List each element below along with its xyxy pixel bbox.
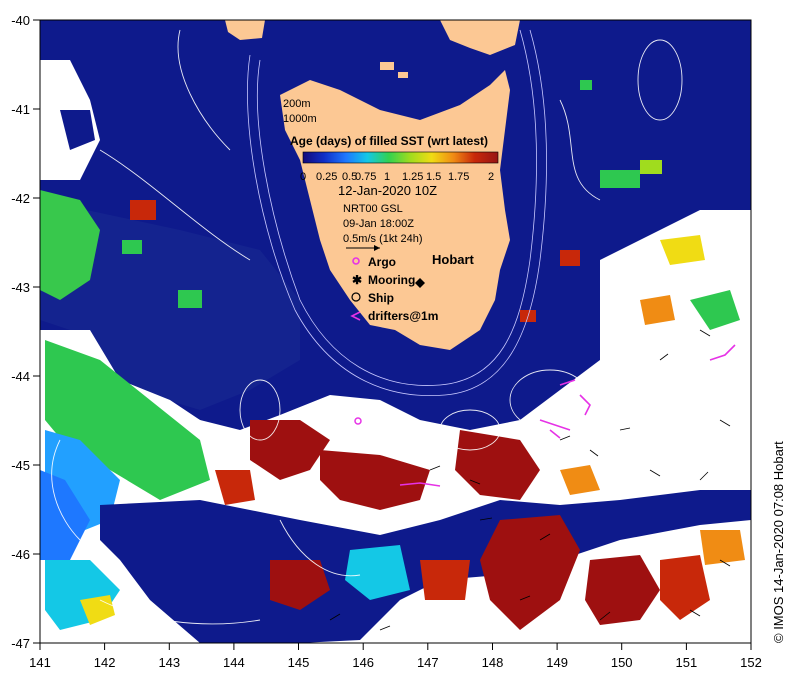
plot-area: Age (days) of filled SST (wrt latest) 0 … <box>40 20 751 643</box>
isobath-label-1000: 1000m <box>283 113 317 125</box>
currents-time-label: 09-Jan 18:00Z <box>343 218 414 230</box>
svg-text:152: 152 <box>740 655 762 670</box>
svg-text:0: 0 <box>300 171 306 183</box>
vector-scale-label: 0.5m/s (1kt 24h) <box>343 233 422 245</box>
isobath-label-200: 200m <box>283 98 311 110</box>
sst-age-map: Age (days) of filled SST (wrt latest) 0 … <box>11 13 786 670</box>
svg-text:-45: -45 <box>11 458 30 473</box>
svg-text:145: 145 <box>288 655 310 670</box>
svg-text:2: 2 <box>488 171 494 183</box>
svg-text:-43: -43 <box>11 280 30 295</box>
svg-text:149: 149 <box>546 655 568 670</box>
hobart-label: Hobart <box>432 252 475 267</box>
colorbar-gradient <box>302 151 499 164</box>
argo-legend-label: Argo <box>368 255 396 269</box>
svg-text:-46: -46 <box>11 547 30 562</box>
mooring-legend-label: Mooring <box>368 273 415 287</box>
y-tick-labels: -40 -41 -42 -43 -44 -45 -46 -47 <box>11 13 30 651</box>
svg-text:147: 147 <box>417 655 439 670</box>
svg-text:148: 148 <box>482 655 504 670</box>
x-axis <box>39 643 752 650</box>
date-label: 12-Jan-2020 10Z <box>338 183 437 198</box>
ship-legend-label: Ship <box>368 291 394 305</box>
svg-text:151: 151 <box>676 655 698 670</box>
svg-text:150: 150 <box>611 655 633 670</box>
svg-text:141: 141 <box>29 655 51 670</box>
colorbar-title: Age (days) of filled SST (wrt latest) <box>290 134 488 148</box>
svg-text:1.5: 1.5 <box>426 171 441 183</box>
credit-label: © IMOS 14-Jan-2020 07:08 Hobart <box>771 441 786 643</box>
mooring-legend-icon: ✱ <box>352 273 362 287</box>
y-axis <box>33 19 40 644</box>
svg-text:-47: -47 <box>11 636 30 651</box>
product-label: NRT00 GSL <box>343 203 403 215</box>
x-tick-labels: 141 142 143 144 145 146 147 148 149 150 … <box>29 655 762 670</box>
svg-text:-41: -41 <box>11 102 30 117</box>
drifter-legend-label: drifters@1m <box>368 309 438 323</box>
svg-text:-42: -42 <box>11 191 30 206</box>
svg-text:1: 1 <box>384 171 390 183</box>
svg-text:1.75: 1.75 <box>448 171 469 183</box>
svg-text:-40: -40 <box>11 13 30 28</box>
svg-text:-44: -44 <box>11 369 30 384</box>
svg-text:142: 142 <box>94 655 116 670</box>
svg-text:1.25: 1.25 <box>402 171 423 183</box>
svg-text:0.25: 0.25 <box>316 171 337 183</box>
svg-text:144: 144 <box>223 655 245 670</box>
svg-text:0.75: 0.75 <box>355 171 376 183</box>
svg-text:143: 143 <box>158 655 180 670</box>
svg-text:146: 146 <box>352 655 374 670</box>
